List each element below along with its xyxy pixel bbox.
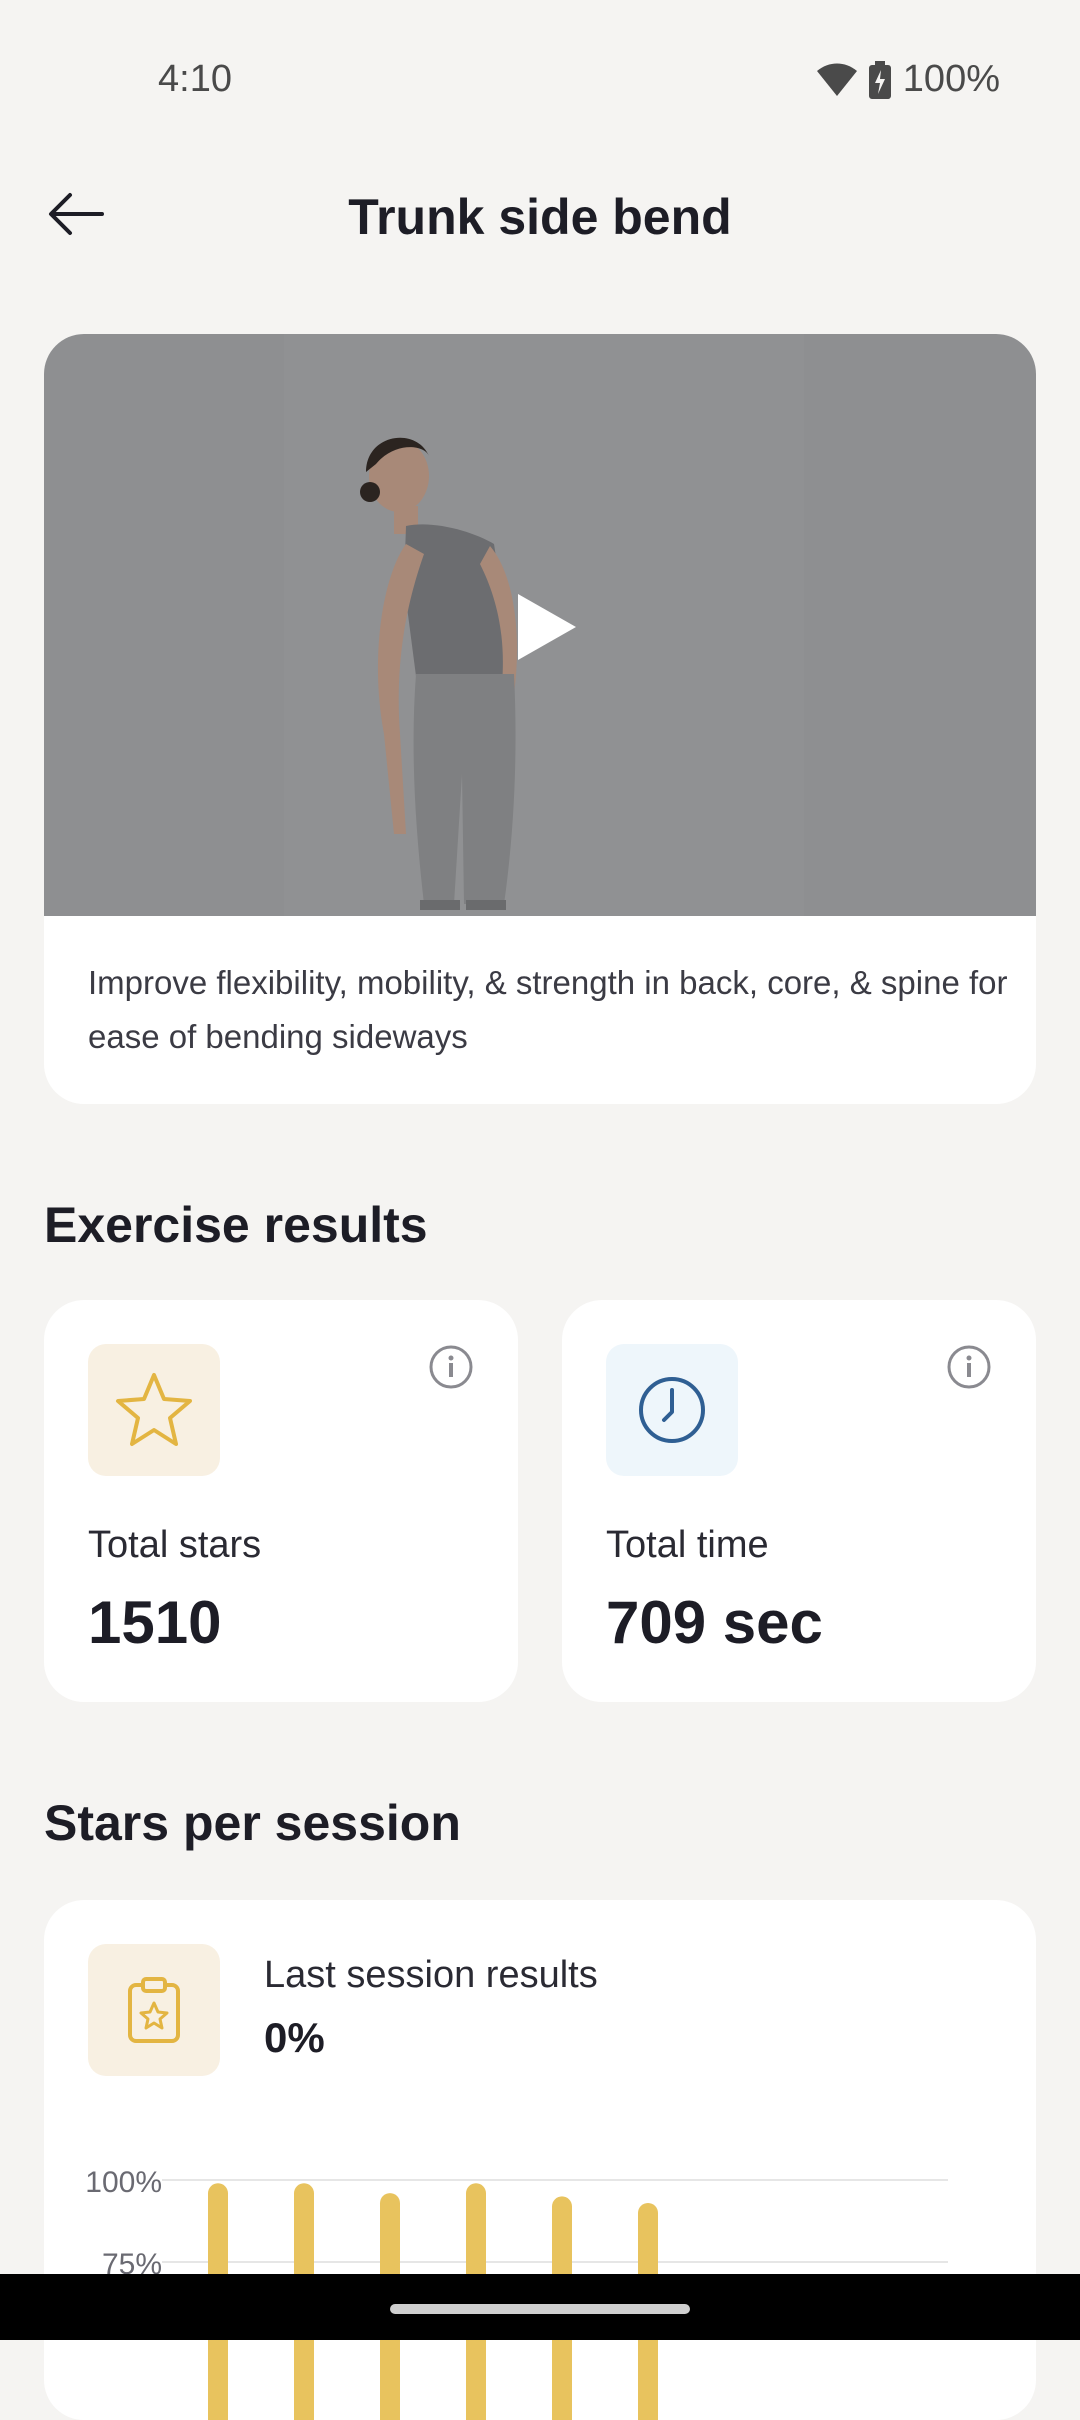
stat-label: Total time — [606, 1524, 769, 1566]
star-icon — [116, 1373, 192, 1446]
battery-charging-icon — [868, 60, 891, 99]
video-card: Improve flexibility, mobility, & strengt… — [44, 334, 1036, 1104]
info-icon[interactable] — [946, 1344, 992, 1390]
status-icons: 100% — [816, 58, 1000, 101]
exercise-description: Improve flexibility, mobility, & strengt… — [88, 964, 1008, 1055]
stat-value: 709 sec — [606, 1589, 823, 1656]
stars-per-session-title: Stars per session — [44, 1795, 461, 1851]
status-time: 4:10 — [158, 58, 232, 100]
stat-value: 1510 — [88, 1589, 222, 1656]
app-bar: Trunk side bend — [0, 160, 1080, 270]
stars-per-session-chart: 100% 75% — [85, 2166, 948, 2420]
session-icon-box — [88, 1944, 220, 2076]
navigation-bar — [0, 2274, 1080, 2340]
stat-icon-box — [606, 1344, 738, 1476]
stat-label: Total stars — [88, 1524, 262, 1566]
video-player[interactable] — [44, 334, 1036, 916]
last-session-label: Last session results — [264, 1954, 598, 1996]
y-tick-label-100: 100% — [85, 2166, 162, 2199]
home-gesture-handle[interactable] — [390, 2304, 690, 2314]
total-stars-card: Total stars 1510 — [44, 1300, 518, 1702]
session-card: Last session results 0% 100% 75% — [44, 1900, 1036, 2420]
wifi-icon — [816, 63, 857, 96]
stat-icon-box — [88, 1344, 220, 1476]
battery-percent: 100% — [902, 58, 1000, 100]
play-icon[interactable] — [510, 592, 580, 662]
exercise-results-title: Exercise results — [44, 1197, 428, 1253]
page-title: Trunk side bend — [348, 189, 732, 245]
clock-icon — [639, 1377, 705, 1443]
info-icon[interactable] — [428, 1344, 474, 1390]
last-session-value: 0% — [264, 2014, 325, 2061]
total-time-card: Total time 709 sec — [562, 1300, 1036, 1702]
clipboard-star-icon — [128, 1977, 180, 2043]
status-bar: 4:10 100% — [0, 0, 1080, 120]
